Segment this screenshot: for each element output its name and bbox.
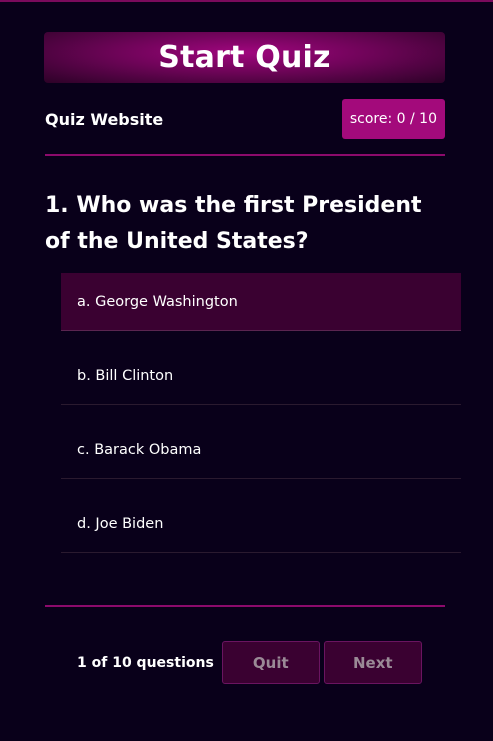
quiz-footer: 1 of 10 questions Quit Next bbox=[77, 640, 422, 685]
banner-title: Start Quiz bbox=[158, 40, 331, 75]
option-label: b. Bill Clinton bbox=[77, 367, 174, 384]
question-progress: 1 of 10 questions bbox=[77, 654, 214, 671]
top-accent-line bbox=[0, 0, 493, 2]
start-quiz-banner[interactable]: Start Quiz bbox=[44, 32, 445, 83]
option-a[interactable]: a. George Washington bbox=[61, 273, 461, 331]
option-b[interactable]: b. Bill Clinton bbox=[61, 347, 461, 405]
option-label: d. Joe Biden bbox=[77, 515, 164, 532]
answer-options: a. George Washington b. Bill Clinton c. … bbox=[61, 273, 461, 553]
option-c[interactable]: c. Barack Obama bbox=[61, 421, 461, 479]
header-divider bbox=[45, 154, 445, 156]
option-label: c. Barack Obama bbox=[77, 441, 202, 458]
question-text: 1. Who was the first President of the Un… bbox=[45, 193, 422, 254]
quit-button[interactable]: Quit bbox=[221, 641, 320, 684]
option-d[interactable]: d. Joe Biden bbox=[61, 495, 461, 553]
quiz-header: Quiz Website score: 0 / 10 bbox=[45, 99, 445, 139]
next-button[interactable]: Next bbox=[323, 641, 422, 684]
score-badge: score: 0 / 10 bbox=[341, 99, 445, 139]
option-label: a. George Washington bbox=[77, 293, 238, 310]
footer-divider bbox=[45, 605, 445, 607]
site-name: Quiz Website bbox=[45, 109, 164, 129]
